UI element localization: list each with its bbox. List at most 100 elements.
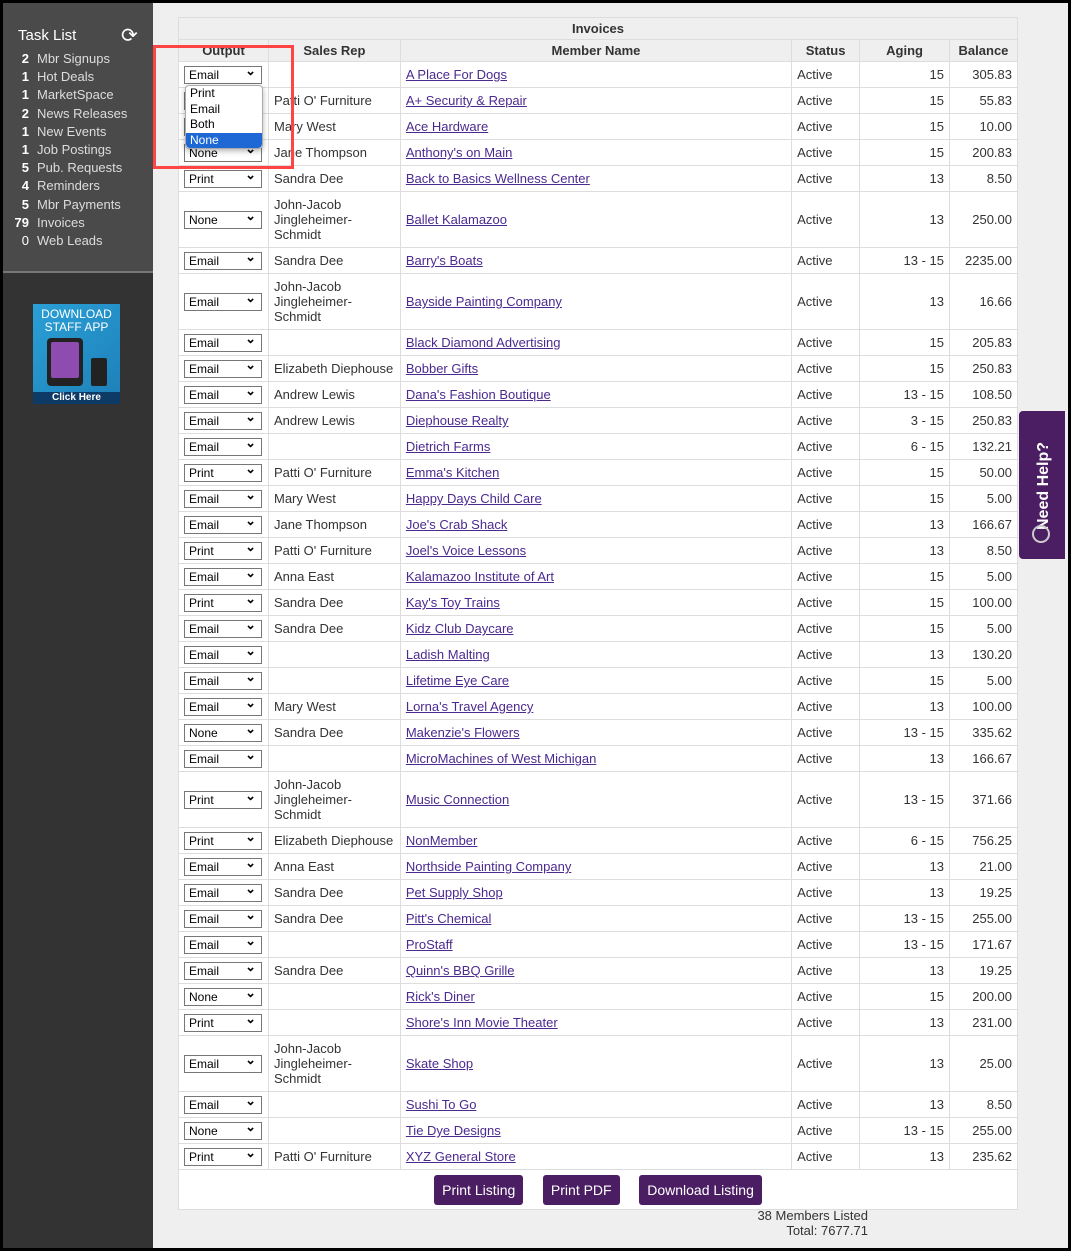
output-select[interactable]: None <box>184 1119 262 1140</box>
sales-rep <box>267 931 401 958</box>
member-link[interactable]: Pet Supply Shop <box>406 885 503 900</box>
aging: 13 <box>859 745 950 772</box>
member-link[interactable]: Joel's Voice Lessons <box>406 543 526 558</box>
output-select[interactable]: Print <box>184 1011 262 1032</box>
member-link[interactable]: Makenzie's Flowers <box>406 725 520 740</box>
member-link[interactable]: Kidz Club Daycare <box>406 621 514 636</box>
member-link[interactable]: MicroMachines of West Michigan <box>406 751 597 766</box>
output-select[interactable]: Email <box>184 695 262 716</box>
task-count: 1 <box>21 141 29 157</box>
member-link[interactable]: Ladish Malting <box>406 647 490 662</box>
output-select[interactable]: Email <box>184 1093 262 1114</box>
task-item[interactable]: 4 Reminders <box>3 177 153 195</box>
download-staff-app-banner[interactable]: DOWNLOAD STAFF APP Click Here <box>33 304 120 404</box>
member-link[interactable]: Emma's Kitchen <box>406 465 500 480</box>
output-select[interactable]: Print <box>184 788 262 809</box>
output-select[interactable]: Email <box>184 409 262 430</box>
task-count: 5 <box>21 196 29 212</box>
output-select[interactable]: Email <box>184 959 262 980</box>
member-link[interactable]: Bayside Painting Company <box>406 294 562 309</box>
output-select[interactable]: Print <box>184 539 262 560</box>
task-item[interactable]: 5 Mbr Payments <box>3 196 153 214</box>
output-select[interactable]: Email <box>184 383 262 404</box>
status: Active <box>791 745 861 772</box>
output-select[interactable]: Email <box>184 669 262 690</box>
member-link[interactable]: Joe's Crab Shack <box>406 517 507 532</box>
member-link[interactable]: Bobber Gifts <box>406 361 478 376</box>
output-select[interactable]: None <box>184 985 262 1006</box>
member-link[interactable]: Barry's Boats <box>406 253 483 268</box>
need-help-tab[interactable]: Need Help? <box>1019 411 1065 559</box>
download-listing-button[interactable]: Download Listing <box>639 1174 762 1205</box>
output-select[interactable]: Print <box>184 591 262 612</box>
output-select[interactable]: Email <box>184 513 262 534</box>
member-link[interactable]: Music Connection <box>406 792 509 807</box>
output-select[interactable]: None <box>184 208 262 229</box>
member-link[interactable]: Northside Painting Company <box>406 859 571 874</box>
status: Active <box>791 957 861 984</box>
task-item[interactable]: 1 Job Postings <box>3 141 153 159</box>
task-item[interactable]: 1 MarketSpace <box>3 86 153 104</box>
member-link[interactable]: Black Diamond Advertising <box>406 335 561 350</box>
refresh-icon[interactable]: ⟳ <box>121 23 138 48</box>
member-link[interactable]: Ballet Kalamazoo <box>406 212 507 227</box>
member-link[interactable]: Diephouse Realty <box>406 413 509 428</box>
output-select[interactable]: Email <box>184 747 262 768</box>
output-select[interactable]: Email <box>184 643 262 664</box>
output-select[interactable]: Print <box>184 1145 262 1166</box>
task-item[interactable]: 2 Mbr Signups <box>3 50 153 68</box>
output-select[interactable]: Email <box>184 487 262 508</box>
member-link[interactable]: Sushi To Go <box>406 1097 477 1112</box>
output-select[interactable]: Email <box>184 1052 262 1073</box>
member-link[interactable]: Anthony's on Main <box>406 145 513 160</box>
output-select[interactable]: Email <box>184 907 262 928</box>
output-select[interactable]: Email <box>184 617 262 638</box>
output-select[interactable]: Print <box>184 461 262 482</box>
output-value: Email <box>189 621 220 636</box>
task-item[interactable]: 79 Invoices <box>3 214 153 232</box>
member-link[interactable]: Dana's Fashion Boutique <box>406 387 551 402</box>
output-select[interactable]: None <box>184 721 262 742</box>
member-link[interactable]: Kay's Toy Trains <box>406 595 500 610</box>
output-select[interactable]: Email <box>184 249 262 270</box>
member-link[interactable]: Lifetime Eye Care <box>406 673 509 688</box>
output-select[interactable]: Email <box>184 933 262 954</box>
member-link[interactable]: Back to Basics Wellness Center <box>406 171 590 186</box>
member-link[interactable]: Lorna's Travel Agency <box>406 699 534 714</box>
print-pdf-button[interactable]: Print PDF <box>542 1174 620 1205</box>
output-select[interactable]: Email <box>184 855 262 876</box>
invoices-table: Invoices Output Sales Rep Member Name Statu… <box>178 17 1019 1210</box>
member-link[interactable]: Dietrich Farms <box>406 439 491 454</box>
output-select[interactable]: Print <box>184 167 262 188</box>
task-item[interactable]: 1 Hot Deals <box>3 68 153 86</box>
member-link[interactable]: Rick's Diner <box>406 989 475 1004</box>
output-select[interactable]: Print <box>184 829 262 850</box>
member-link[interactable]: A Place For Dogs <box>406 67 507 82</box>
task-item[interactable]: 0 Web Leads <box>3 232 153 250</box>
member-link[interactable]: Shore's Inn Movie Theater <box>406 1015 558 1030</box>
output-select[interactable]: Email <box>184 331 262 352</box>
member-link[interactable]: Ace Hardware <box>406 119 488 134</box>
task-item[interactable]: 2 News Releases <box>3 105 153 123</box>
member-link[interactable]: Pitt's Chemical <box>406 911 492 926</box>
member-link[interactable]: XYZ General Store <box>406 1149 516 1164</box>
output-select[interactable]: Email <box>184 435 262 456</box>
member-link[interactable]: Happy Days Child Care <box>406 491 542 506</box>
aging: 13 <box>859 1035 950 1092</box>
member-link[interactable]: Kalamazoo Institute of Art <box>406 569 554 584</box>
output-select[interactable]: Email <box>184 357 262 378</box>
member-link[interactable]: NonMember <box>406 833 478 848</box>
task-item[interactable]: 5 Pub. Requests <box>3 159 153 177</box>
print-listing-button[interactable]: Print Listing <box>434 1174 524 1205</box>
member-link[interactable]: A+ Security & Repair <box>406 93 527 108</box>
member-link[interactable]: Skate Shop <box>406 1056 473 1071</box>
member-link[interactable]: Quinn's BBQ Grille <box>406 963 515 978</box>
member-link[interactable]: ProStaff <box>406 937 453 952</box>
task-item[interactable]: 1 New Events <box>3 123 153 141</box>
output-select[interactable]: Email <box>184 881 262 902</box>
aging: 15 <box>859 563 950 590</box>
task-label: Pub. Requests <box>37 160 123 176</box>
output-select[interactable]: Email <box>184 290 262 311</box>
output-select[interactable]: Email <box>184 565 262 586</box>
member-link[interactable]: Tie Dye Designs <box>406 1123 501 1138</box>
